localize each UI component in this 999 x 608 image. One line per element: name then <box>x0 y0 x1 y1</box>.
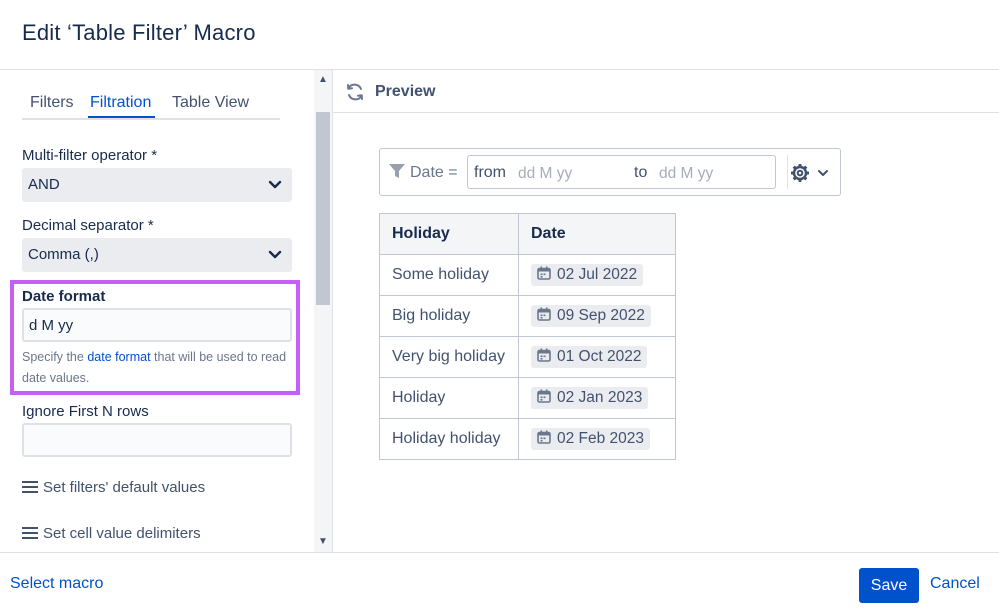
gear-icon[interactable] <box>790 163 810 183</box>
set-filters-default-values-label: Set filters' default values <box>43 479 206 496</box>
date-format-label: Date format <box>22 288 106 305</box>
tab-table-view[interactable]: Table View <box>172 94 249 112</box>
settings-scrollbar[interactable]: ▲ ▼ <box>314 70 332 552</box>
chevron-down-icon <box>268 180 282 189</box>
date-format-link[interactable]: date format <box>87 350 150 364</box>
preview-header: Preview <box>333 70 999 113</box>
active-tab-indicator <box>88 116 155 118</box>
refresh-icon[interactable] <box>345 82 365 102</box>
holiday-table: Holiday Date Some holiday 02 Jul 2022 Bi… <box>379 213 676 460</box>
table-row: Holiday 02 Jan 2023 <box>379 377 676 419</box>
holiday-cell: Big holiday <box>379 295 519 337</box>
holiday-cell: Some holiday <box>379 254 519 296</box>
date-value: 09 Sep 2022 <box>557 307 645 324</box>
calendar-icon <box>537 430 551 444</box>
filter-separator <box>787 155 788 189</box>
multi-filter-operator-select[interactable]: AND <box>22 168 292 202</box>
help-text-prefix: Specify the <box>22 350 84 364</box>
column-header-holiday: Holiday <box>379 213 519 255</box>
set-filters-default-values-link[interactable]: Set filters' default values <box>22 479 205 496</box>
ignore-first-n-rows-label: Ignore First N rows <box>22 403 149 420</box>
date-format-value: d M yy <box>29 317 74 334</box>
dialog-footer: Select macro Save Cancel <box>0 552 999 608</box>
date-cell: 02 Jan 2023 <box>518 377 676 419</box>
date-value: 01 Oct 2022 <box>557 348 642 365</box>
table-row: Very big holiday 01 Oct 2022 <box>379 336 676 378</box>
date-value: 02 Feb 2023 <box>557 430 645 447</box>
date-chip: 02 Jul 2022 <box>531 264 644 286</box>
set-cell-value-delimiters-link[interactable]: Set cell value delimiters <box>22 525 201 542</box>
decimal-separator-value: Comma (,) <box>28 246 99 263</box>
select-macro-link[interactable]: Select macro <box>10 575 103 593</box>
from-label: from <box>474 164 506 181</box>
hamburger-icon <box>22 527 38 539</box>
date-value: 02 Jul 2022 <box>557 266 638 283</box>
multi-filter-operator-label: Multi-filter operator * <box>22 147 158 164</box>
date-chip: 09 Sep 2022 <box>531 305 651 327</box>
table-row: Holiday holiday 02 Feb 2023 <box>379 418 676 460</box>
table-row: Big holiday 09 Sep 2022 <box>379 295 676 337</box>
date-cell: 09 Sep 2022 <box>518 295 676 337</box>
date-chip: 02 Feb 2023 <box>531 428 651 450</box>
tab-filtration[interactable]: Filtration <box>90 94 151 112</box>
set-cell-value-delimiters-label: Set cell value delimiters <box>43 525 201 542</box>
decimal-separator-label: Decimal separator * <box>22 217 154 234</box>
column-header-date: Date <box>518 213 676 255</box>
date-value: 02 Jan 2023 <box>557 389 643 406</box>
chevron-down-icon <box>268 250 282 259</box>
holiday-cell: Holiday <box>379 377 519 419</box>
calendar-icon <box>537 389 551 403</box>
cancel-button[interactable]: Cancel <box>930 575 980 593</box>
settings-panel: Filters Filtration Table View Multi-filt… <box>0 70 314 552</box>
holiday-cell: Holiday holiday <box>379 418 519 460</box>
date-cell: 02 Feb 2023 <box>518 418 676 460</box>
date-format-input[interactable]: d M yy <box>22 308 292 342</box>
date-filter-label: Date = <box>410 164 458 181</box>
date-range-input[interactable]: from dd M yy to dd M yy <box>467 155 776 189</box>
calendar-icon <box>537 266 551 280</box>
date-format-help: Specify the date format that will be use… <box>22 347 297 389</box>
ignore-first-n-rows-input[interactable] <box>22 423 292 457</box>
to-label: to <box>634 164 648 181</box>
date-chip: 02 Jan 2023 <box>531 387 649 409</box>
tab-filters[interactable]: Filters <box>30 94 74 112</box>
tab-bar: Filters Filtration Table View <box>22 92 280 120</box>
to-date-placeholder[interactable]: dd M yy <box>659 165 713 183</box>
calendar-icon <box>537 307 551 321</box>
table-row: Some holiday 02 Jul 2022 <box>379 254 676 296</box>
hamburger-icon <box>22 481 38 493</box>
dialog-title: Edit ‘Table Filter’ Macro <box>22 20 256 45</box>
funnel-icon <box>389 164 405 178</box>
preview-title: Preview <box>375 83 436 100</box>
holiday-cell: Very big holiday <box>379 336 519 378</box>
date-chip: 01 Oct 2022 <box>531 346 648 368</box>
multi-filter-operator-value: AND <box>28 176 60 193</box>
scroll-up-arrow-icon[interactable]: ▲ <box>318 74 328 85</box>
scroll-thumb[interactable] <box>316 112 330 305</box>
date-cell: 02 Jul 2022 <box>518 254 676 296</box>
dialog-header: Edit ‘Table Filter’ Macro <box>0 0 999 70</box>
preview-panel: Preview Date = from dd M yy to dd M yy H… <box>333 70 999 552</box>
chevron-down-icon[interactable] <box>818 169 828 177</box>
decimal-separator-select[interactable]: Comma (,) <box>22 238 292 272</box>
from-date-placeholder[interactable]: dd M yy <box>518 165 572 183</box>
scroll-down-arrow-icon[interactable]: ▼ <box>318 536 328 547</box>
date-cell: 01 Oct 2022 <box>518 336 676 378</box>
calendar-icon <box>537 348 551 362</box>
date-filter-box: Date = from dd M yy to dd M yy <box>379 148 841 196</box>
save-button[interactable]: Save <box>859 568 919 603</box>
table-header-row: Holiday Date <box>379 213 676 255</box>
